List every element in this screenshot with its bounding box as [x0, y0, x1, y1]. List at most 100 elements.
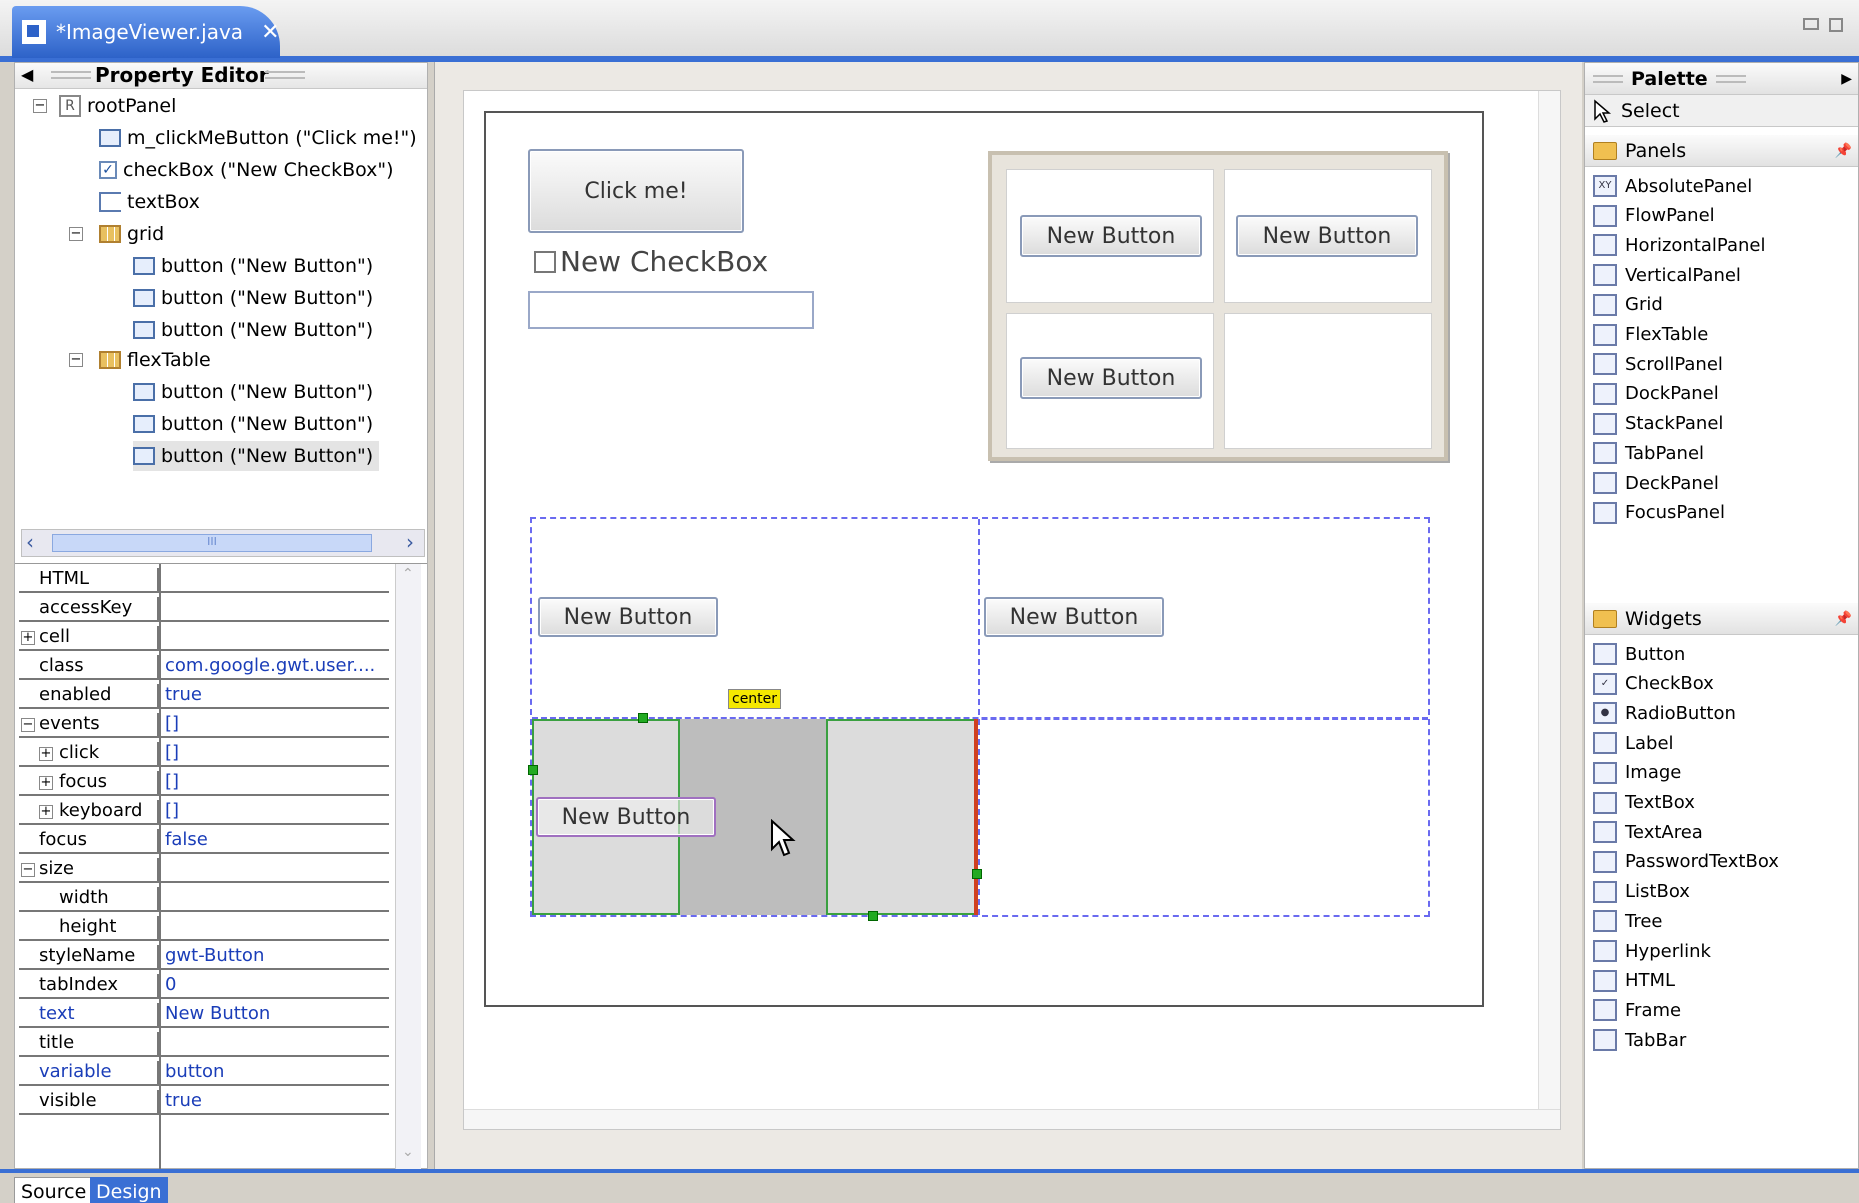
tree-item[interactable]: button ("New Button") — [133, 251, 373, 281]
palette-item-focuspanel[interactable]: FocusPanel — [1593, 498, 1725, 528]
property-value[interactable]: true — [159, 684, 389, 707]
click-me-button[interactable]: Click me! — [528, 149, 744, 233]
property-value[interactable] — [159, 858, 389, 881]
property-row[interactable]: title — [19, 1032, 389, 1057]
property-row[interactable]: + click [] — [19, 742, 389, 767]
tab-design[interactable]: Design — [90, 1177, 168, 1203]
property-row[interactable]: − size — [19, 858, 389, 883]
property-value[interactable]: [] — [159, 800, 389, 823]
expand-icon[interactable]: + — [39, 805, 53, 819]
property-row[interactable]: + keyboard [] — [19, 800, 389, 825]
palette-item-label[interactable]: Label — [1593, 728, 1674, 758]
property-row[interactable]: HTML — [19, 568, 389, 593]
property-value[interactable] — [159, 597, 389, 620]
property-value[interactable] — [159, 1032, 389, 1055]
palette-item-absolutepanel[interactable]: XY AbsolutePanel — [1593, 171, 1752, 201]
collapse-left-icon[interactable]: ◀ — [21, 65, 33, 84]
flex-button[interactable]: New Button — [538, 597, 718, 637]
flex-button[interactable]: New Button — [984, 597, 1164, 637]
palette-item-passwordtextbox[interactable]: PasswordTextBox — [1593, 847, 1779, 877]
palette-item-frame[interactable]: Frame — [1593, 995, 1681, 1025]
maximize-icon[interactable] — [1829, 18, 1843, 32]
palette-item-button[interactable]: Button — [1593, 639, 1685, 669]
palette-item-flextable[interactable]: FlexTable — [1593, 320, 1708, 350]
close-icon[interactable]: ✕ — [261, 20, 279, 45]
property-row[interactable]: width — [19, 887, 389, 912]
grid-button[interactable]: New Button — [1236, 215, 1418, 257]
tree-item[interactable]: grid — [99, 219, 164, 249]
palette-item-textarea[interactable]: TextArea — [1593, 817, 1703, 847]
property-value[interactable]: 0 — [159, 974, 389, 997]
scroll-down-icon[interactable]: ⌄ — [402, 1144, 414, 1160]
property-value[interactable]: [] — [159, 713, 389, 736]
scroll-left-icon[interactable]: ‹ — [26, 530, 34, 554]
flex-table[interactable]: New Button New Button New Button center — [528, 517, 1430, 921]
resize-handle[interactable] — [638, 713, 648, 723]
property-row[interactable]: height — [19, 916, 389, 941]
pin-icon[interactable]: 📌 — [1835, 611, 1852, 627]
tree-item-root[interactable]: R rootPanel — [59, 91, 176, 121]
flex-button[interactable]: New Button — [536, 797, 716, 837]
text-box[interactable] — [528, 291, 814, 329]
tree-item[interactable]: ✓ checkBox ("New CheckBox") — [99, 155, 394, 185]
property-row[interactable]: class com.google.gwt.user.... — [19, 655, 389, 680]
palette-item-checkbox[interactable]: ✓ CheckBox — [1593, 669, 1714, 699]
property-row[interactable]: styleName gwt-Button — [19, 945, 389, 970]
grid-button[interactable]: New Button — [1020, 215, 1202, 257]
property-value[interactable]: false — [159, 829, 389, 852]
palette-item-listbox[interactable]: ListBox — [1593, 877, 1690, 907]
new-checkbox[interactable]: New CheckBox — [534, 245, 768, 278]
collapse-icon[interactable]: − — [21, 718, 35, 732]
tree-horizontal-scrollbar[interactable]: ‹ III › — [21, 529, 425, 557]
select-tool[interactable]: Select — [1585, 95, 1858, 127]
tree-item[interactable]: button ("New Button") — [133, 409, 373, 439]
collapse-icon[interactable]: − — [21, 863, 35, 877]
tree-item[interactable]: m_clickMeButton ("Click me!") — [99, 123, 417, 153]
scroll-right-icon[interactable]: › — [406, 530, 414, 554]
tree-item[interactable]: textBox — [99, 187, 200, 217]
palette-item-radiobutton[interactable]: ● RadioButton — [1593, 698, 1736, 728]
property-value[interactable]: com.google.gwt.user.... — [159, 655, 389, 678]
property-row[interactable]: variable button — [19, 1061, 389, 1086]
property-row[interactable]: tabIndex 0 — [19, 974, 389, 999]
property-row[interactable]: text New Button — [19, 1003, 389, 1028]
pin-icon[interactable]: 📌 — [1835, 143, 1852, 159]
widgets-category[interactable]: Widgets 📌 — [1585, 603, 1858, 635]
canvas-horizontal-scrollbar[interactable] — [464, 1109, 1560, 1129]
palette-item-horizontalpanel[interactable]: HorizontalPanel — [1593, 230, 1765, 260]
property-value[interactable]: gwt-Button — [159, 945, 389, 968]
collapse-right-icon[interactable]: ▶ — [1841, 71, 1852, 87]
property-vertical-scrollbar[interactable]: ⌃ ⌄ — [395, 564, 421, 1169]
palette-item-scrollpanel[interactable]: ScrollPanel — [1593, 349, 1723, 379]
palette-item-html[interactable]: HTML — [1593, 966, 1675, 996]
palette-item-tabpanel[interactable]: TabPanel — [1593, 438, 1704, 468]
collapse-icon[interactable]: − — [33, 99, 47, 113]
property-row[interactable]: focus false — [19, 829, 389, 854]
panels-category[interactable]: Panels 📌 — [1585, 135, 1858, 167]
palette-item-flowpanel[interactable]: FlowPanel — [1593, 201, 1715, 231]
property-row[interactable]: + focus [] — [19, 771, 389, 796]
property-value[interactable]: button — [159, 1061, 389, 1084]
resize-handle[interactable] — [528, 765, 538, 775]
palette-item-textbox[interactable]: TextBox — [1593, 788, 1695, 818]
scroll-thumb[interactable]: III — [52, 534, 372, 552]
palette-item-grid[interactable]: Grid — [1593, 290, 1663, 320]
collapse-icon[interactable]: − — [69, 353, 83, 367]
tree-item[interactable]: button ("New Button") — [133, 377, 373, 407]
palette-item-tabbar[interactable]: TabBar — [1593, 1025, 1686, 1055]
tree-item-selected[interactable]: button ("New Button") — [133, 441, 380, 471]
minimize-icon[interactable] — [1803, 18, 1819, 30]
property-row[interactable]: visible true — [19, 1090, 389, 1115]
root-panel[interactable]: Click me! New CheckBox New Button New Bu… — [484, 111, 1484, 1007]
palette-item-dockpanel[interactable]: DockPanel — [1593, 379, 1719, 409]
tree-item[interactable]: button ("New Button") — [133, 283, 373, 313]
property-value[interactable] — [159, 916, 389, 939]
property-row[interactable]: accessKey — [19, 597, 389, 622]
resize-handle[interactable] — [868, 911, 878, 921]
property-value[interactable] — [159, 626, 389, 649]
grid-button[interactable]: New Button — [1020, 357, 1202, 399]
property-row[interactable]: − events[] — [19, 713, 389, 738]
expand-icon[interactable]: + — [39, 776, 53, 790]
property-value[interactable]: true — [159, 1090, 389, 1113]
canvas-vertical-scrollbar[interactable] — [1538, 91, 1560, 1109]
